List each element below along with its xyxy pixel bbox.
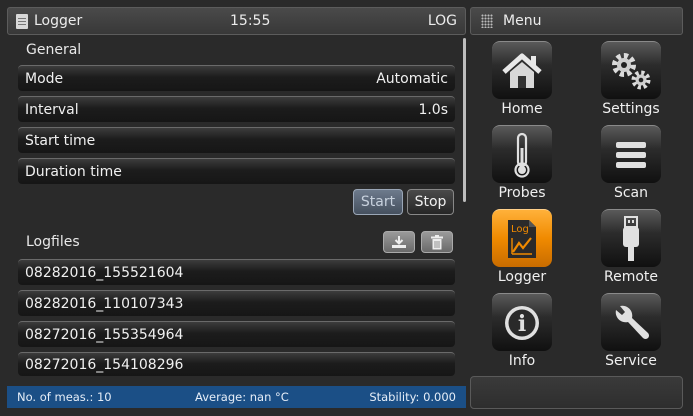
mode-row[interactable]: Mode Automatic [18, 65, 455, 91]
service-tile [601, 293, 661, 351]
scrollbar-thumb[interactable] [463, 38, 466, 202]
general-section-label: General [26, 42, 82, 58]
interval-value: 1.0s [418, 101, 448, 118]
measurement-count: No. of meas.: 10 [17, 390, 112, 404]
info-icon-text: i [518, 311, 526, 337]
menu-logger[interactable]: Log Logger [482, 209, 562, 287]
page-title: Logger [34, 13, 83, 29]
menu-title: Menu [503, 13, 542, 29]
logfile-row[interactable]: 08272016_154108296 [18, 352, 455, 376]
menu-service[interactable]: Service [591, 293, 671, 371]
usb-plug-icon [623, 215, 639, 261]
menu-scan[interactable]: Scan [591, 125, 671, 203]
stop-button[interactable]: Stop [407, 189, 454, 215]
house-icon [502, 53, 542, 88]
mode-label: Mode [25, 70, 64, 87]
duration-time-row[interactable]: Duration time [18, 158, 455, 184]
menu-label: Settings [602, 101, 660, 117]
log-file-icon: Log [508, 219, 536, 258]
menu-info[interactable]: i Info [482, 293, 562, 371]
mode-value: Automatic [376, 70, 448, 87]
wrench-icon [615, 305, 650, 339]
logfile-name: 08282016_155521604 [25, 264, 184, 281]
logger-tile: Log [492, 209, 552, 267]
start-button[interactable]: Start [353, 189, 403, 215]
logfile-name: 08272016_155354964 [25, 326, 184, 343]
menu-label: Home [501, 101, 543, 117]
menu-title-bar: Menu [470, 7, 683, 35]
gears-icon [612, 52, 651, 89]
start-time-label: Start time [25, 132, 96, 149]
logfile-row[interactable]: 08272016_155354964 [18, 321, 455, 347]
logfile-name: 08272016_154108296 [25, 356, 184, 373]
probes-tile [492, 125, 552, 183]
mode-indicator: LOG [427, 13, 457, 29]
start-time-row[interactable]: Start time [18, 127, 455, 153]
menu-label: Probes [498, 185, 546, 201]
info-icon: i [505, 305, 539, 340]
menu-label: Scan [613, 185, 649, 201]
home-tile [492, 41, 552, 99]
menu-probes[interactable]: Probes [482, 125, 562, 203]
interval-label: Interval [25, 101, 79, 118]
logfile-row[interactable]: 08282016_110107343 [18, 290, 455, 316]
info-tile: i [492, 293, 552, 351]
stability-value: Stability: 0.000 [369, 390, 456, 404]
logfiles-section-label: Logfiles [26, 234, 80, 250]
log-file-icon-text: Log [511, 224, 529, 235]
menu-label: Info [508, 353, 536, 369]
menu-label: Logger [497, 269, 547, 285]
clock-time: 15:55 [230, 13, 271, 29]
settings-tile [601, 41, 661, 99]
menu-label: Service [605, 353, 657, 369]
menu-label: Remote [603, 269, 659, 285]
scan-tile [601, 125, 661, 183]
menu-home[interactable]: Home [482, 41, 562, 119]
stack-icon [616, 141, 646, 168]
status-bar: No. of meas.: 10 Average: nan °C Stabili… [7, 386, 466, 408]
menu-status-panel [470, 376, 683, 409]
duration-time-label: Duration time [25, 163, 122, 180]
logger-document-icon [16, 13, 28, 29]
trash-icon [431, 234, 443, 249]
remote-tile [601, 209, 661, 267]
logfile-row[interactable]: 08282016_155521604 [18, 259, 455, 285]
grip-icon [481, 14, 493, 28]
menu-remote[interactable]: Remote [591, 209, 671, 287]
interval-row[interactable]: Interval 1.0s [18, 96, 455, 122]
menu-settings[interactable]: Settings [591, 41, 671, 119]
download-icon [392, 236, 406, 248]
download-button[interactable] [383, 231, 415, 253]
average-value: Average: nan °C [195, 390, 289, 404]
delete-button[interactable] [421, 231, 453, 253]
logfile-name: 08282016_110107343 [25, 295, 184, 312]
thermometer-icon [514, 132, 530, 178]
logger-title-bar: Logger 15:55 LOG [7, 7, 466, 35]
